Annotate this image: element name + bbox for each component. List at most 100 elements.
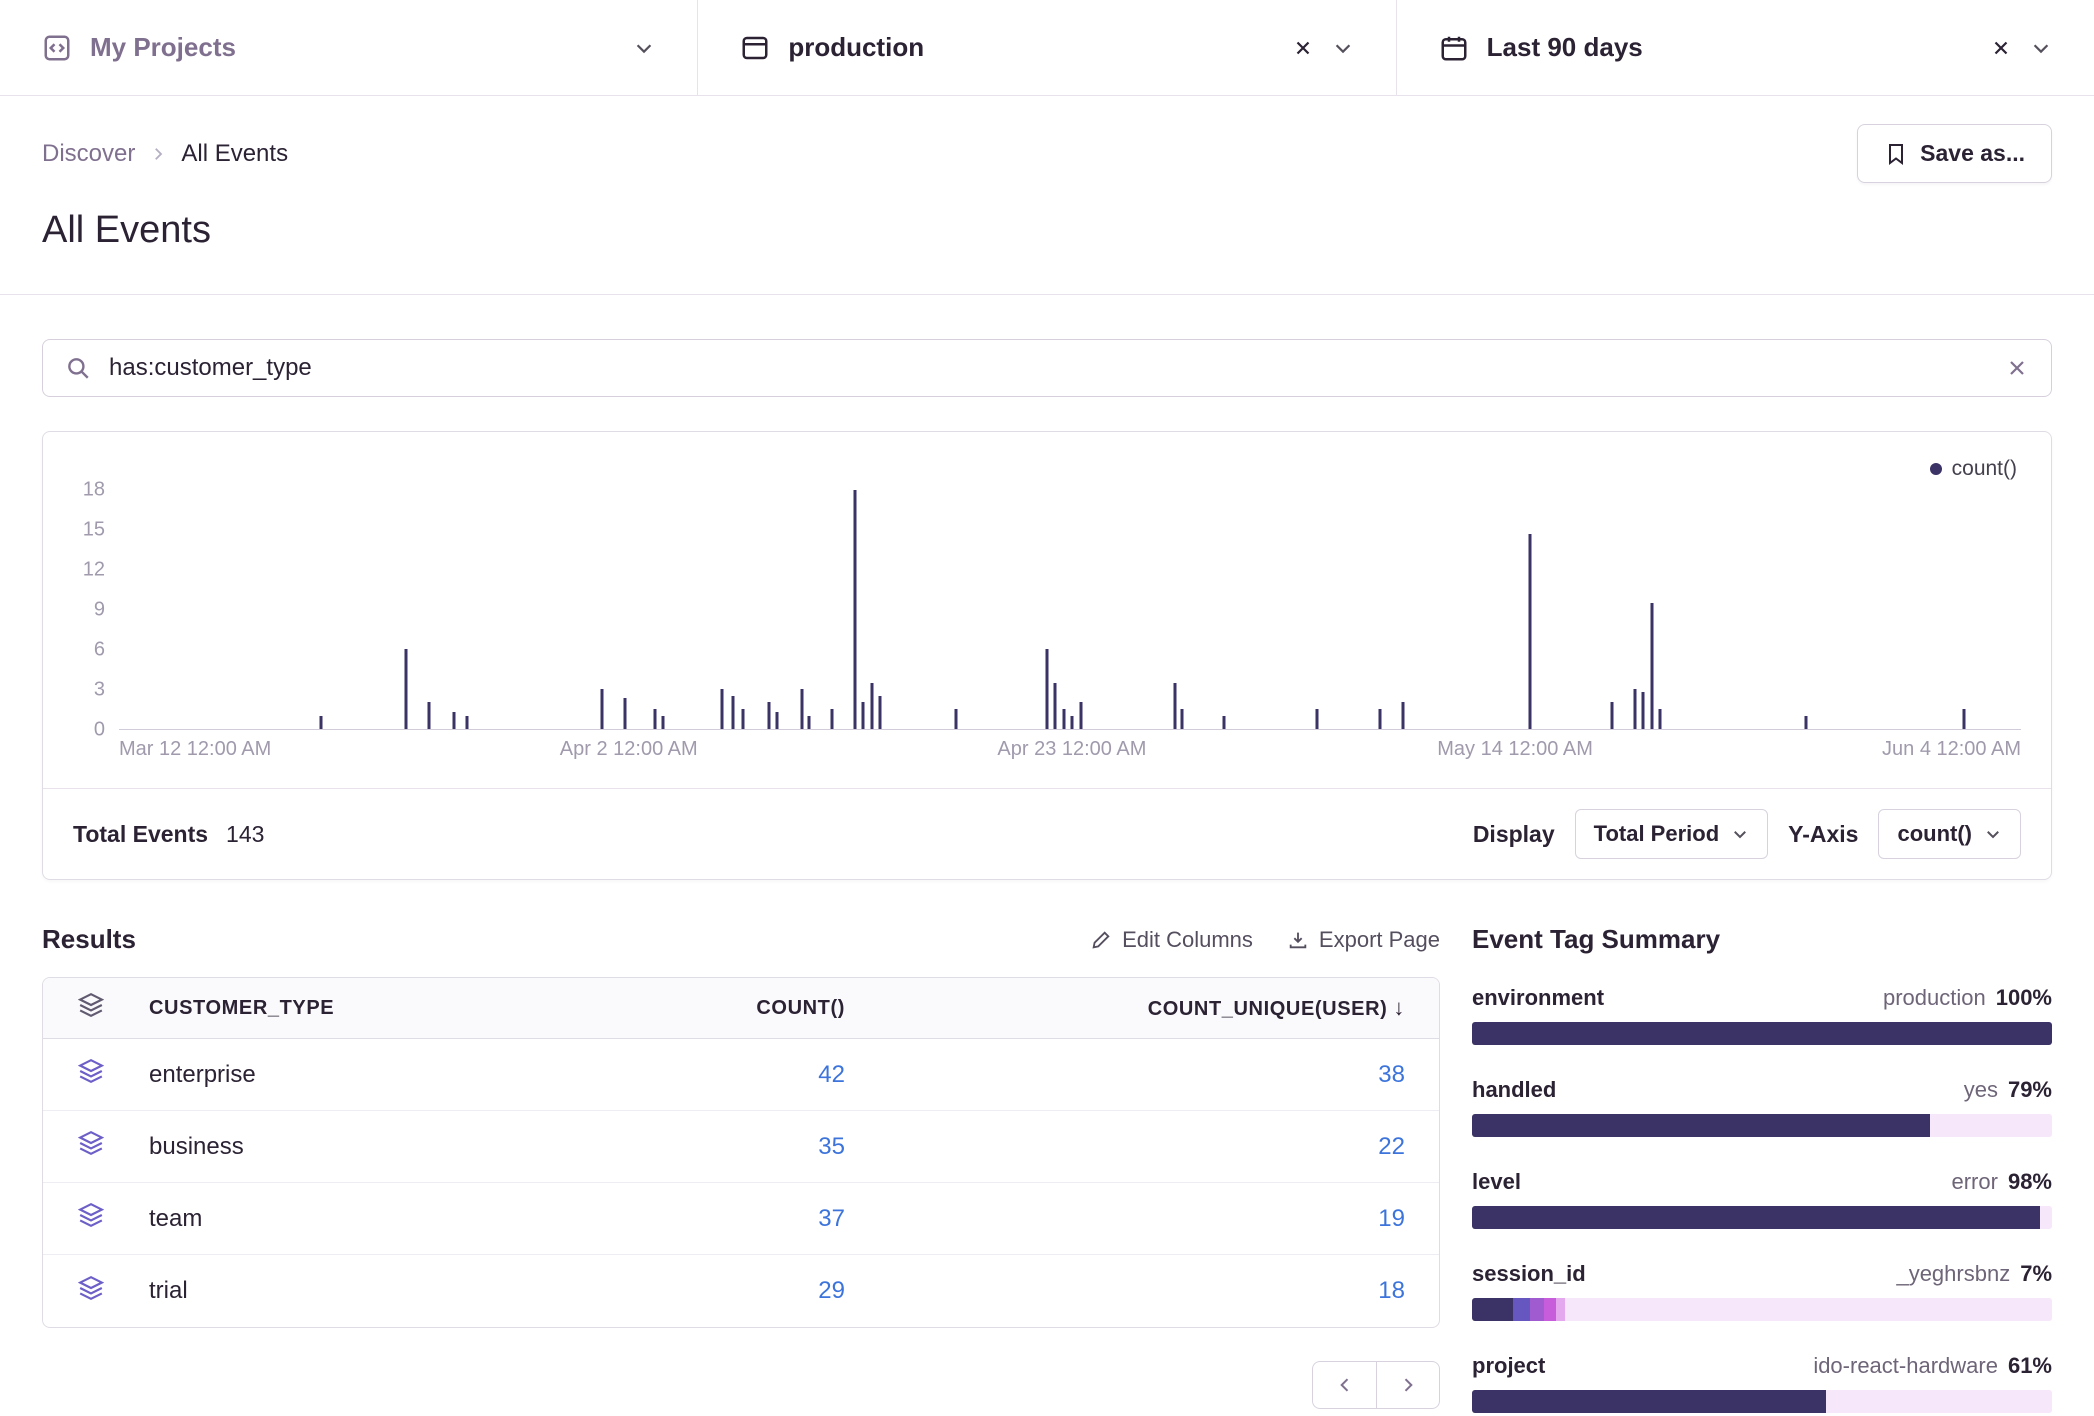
chart-bar[interactable] xyxy=(1046,649,1049,729)
results-title: Results xyxy=(42,924,136,955)
chart-bar[interactable] xyxy=(452,712,455,729)
chart-bar[interactable] xyxy=(871,683,874,729)
pagination-next-button[interactable] xyxy=(1376,1361,1440,1409)
clear-search-icon[interactable] xyxy=(2005,356,2029,380)
cell-count[interactable]: 35 xyxy=(579,1111,879,1183)
chart-bar[interactable] xyxy=(654,709,657,729)
chart-bar[interactable] xyxy=(1651,603,1654,729)
chart-bar[interactable] xyxy=(1173,683,1176,729)
cell-count[interactable]: 37 xyxy=(579,1183,879,1255)
chart-bar[interactable] xyxy=(405,649,408,729)
tag-bar[interactable] xyxy=(1472,1114,2052,1137)
tag-top-value: error xyxy=(1952,1169,1998,1195)
clear-date-icon[interactable] xyxy=(1990,37,2012,59)
chart-bar[interactable] xyxy=(720,689,723,729)
chart-bar[interactable] xyxy=(1529,534,1532,729)
x-tick-label: May 14 12:00 AM xyxy=(1437,738,1593,761)
chart-bar[interactable] xyxy=(954,709,957,729)
chart-bar[interactable] xyxy=(741,709,744,729)
cell-customer-type: business xyxy=(139,1111,579,1183)
stack-icon[interactable] xyxy=(78,1130,104,1156)
chart-bar[interactable] xyxy=(1401,702,1404,729)
chevron-down-icon xyxy=(1332,37,1354,59)
pagination-prev-button[interactable] xyxy=(1312,1361,1376,1409)
chart-bar[interactable] xyxy=(831,709,834,729)
chart-bar[interactable] xyxy=(601,689,604,729)
chart-bar[interactable] xyxy=(623,698,626,729)
save-as-button[interactable]: Save as... xyxy=(1857,124,2052,183)
cell-count[interactable]: 42 xyxy=(579,1039,879,1111)
chart-bar[interactable] xyxy=(1633,689,1636,729)
cell-customer-type: enterprise xyxy=(139,1039,579,1111)
search-bar[interactable]: has:customer_type xyxy=(42,339,2052,397)
stack-icon[interactable] xyxy=(78,1058,104,1084)
cell-count-unique[interactable]: 18 xyxy=(879,1255,1439,1327)
y-tick-label: 0 xyxy=(94,719,105,742)
chart-bar[interactable] xyxy=(661,716,664,729)
edit-columns-button[interactable]: Edit Columns xyxy=(1090,927,1253,953)
stack-icon[interactable] xyxy=(78,1275,104,1301)
table-row[interactable]: business 35 22 xyxy=(43,1111,1439,1183)
cell-count-unique[interactable]: 19 xyxy=(879,1183,1439,1255)
breadcrumb-discover[interactable]: Discover xyxy=(42,140,135,168)
clear-environment-icon[interactable] xyxy=(1292,37,1314,59)
download-icon xyxy=(1287,929,1309,951)
project-filter[interactable]: My Projects xyxy=(0,0,697,95)
chart-bar[interactable] xyxy=(1658,709,1661,729)
chart-bar[interactable] xyxy=(1053,683,1056,729)
tag-bar[interactable] xyxy=(1472,1022,2052,1045)
tag-bar[interactable] xyxy=(1472,1206,2052,1229)
event-tag-summary: Event Tag Summary environment production… xyxy=(1472,924,2052,1416)
tag-bar-segment xyxy=(1565,1298,2052,1321)
chart-bar[interactable] xyxy=(800,689,803,729)
export-page-button[interactable]: Export Page xyxy=(1287,927,1440,953)
sort-descending-icon: ↓ xyxy=(1393,995,1405,1020)
environment-filter[interactable]: production xyxy=(697,0,1395,95)
cell-count-unique[interactable]: 22 xyxy=(879,1111,1439,1183)
table-row[interactable]: team 37 19 xyxy=(43,1183,1439,1255)
tag-bar[interactable] xyxy=(1472,1298,2052,1321)
chart-bar[interactable] xyxy=(1962,709,1965,729)
chart-bar[interactable] xyxy=(732,696,735,729)
cell-count[interactable]: 29 xyxy=(579,1255,879,1327)
chart-bar[interactable] xyxy=(1080,702,1083,729)
chart-bar[interactable] xyxy=(861,702,864,729)
chart-bar[interactable] xyxy=(319,716,322,729)
column-header-count-unique[interactable]: COUNT_UNIQUE(USER)↓ xyxy=(879,978,1439,1039)
chart-plot[interactable] xyxy=(119,490,2021,730)
tag-bar-segment xyxy=(1472,1206,2040,1229)
column-header-customer-type[interactable]: CUSTOMER_TYPE xyxy=(139,978,579,1039)
table-row[interactable]: enterprise 42 38 xyxy=(43,1039,1439,1111)
chart-bar[interactable] xyxy=(878,696,881,729)
column-header-count[interactable]: COUNT() xyxy=(579,978,879,1039)
table-row[interactable]: trial 29 18 xyxy=(43,1255,1439,1327)
stack-icon[interactable] xyxy=(78,1202,104,1228)
chart-footer: Total Events 143 Display Total Period Y-… xyxy=(43,788,2051,879)
total-events-label: Total Events xyxy=(73,821,208,848)
cell-count-unique[interactable]: 38 xyxy=(879,1039,1439,1111)
chart-bar[interactable] xyxy=(1379,709,1382,729)
chart-bar[interactable] xyxy=(768,702,771,729)
tag-percent: 7% xyxy=(2020,1261,2052,1287)
tag-bar-segment xyxy=(2040,1206,2052,1229)
chart-bar[interactable] xyxy=(854,490,857,729)
chart-bar[interactable] xyxy=(1316,709,1319,729)
chart-bar[interactable] xyxy=(1611,702,1614,729)
search-input[interactable]: has:customer_type xyxy=(109,354,1987,382)
chart-bar[interactable] xyxy=(466,716,469,729)
chart-bar[interactable] xyxy=(1063,709,1066,729)
chart-bar[interactable] xyxy=(1805,716,1808,729)
yaxis-select[interactable]: count() xyxy=(1878,809,2021,859)
chart-bar[interactable] xyxy=(428,702,431,729)
chart-bar[interactable] xyxy=(808,716,811,729)
chart-bar[interactable] xyxy=(1070,716,1073,729)
display-select[interactable]: Total Period xyxy=(1575,809,1769,859)
chart-bar[interactable] xyxy=(1223,716,1226,729)
chart-bar[interactable] xyxy=(1641,692,1644,729)
projects-icon xyxy=(42,33,72,63)
chart-bar[interactable] xyxy=(776,712,779,729)
date-range-filter[interactable]: Last 90 days xyxy=(1396,0,2094,95)
chart-legend[interactable]: count() xyxy=(57,454,2021,484)
tag-bar[interactable] xyxy=(1472,1390,2052,1413)
chart-bar[interactable] xyxy=(1181,709,1184,729)
